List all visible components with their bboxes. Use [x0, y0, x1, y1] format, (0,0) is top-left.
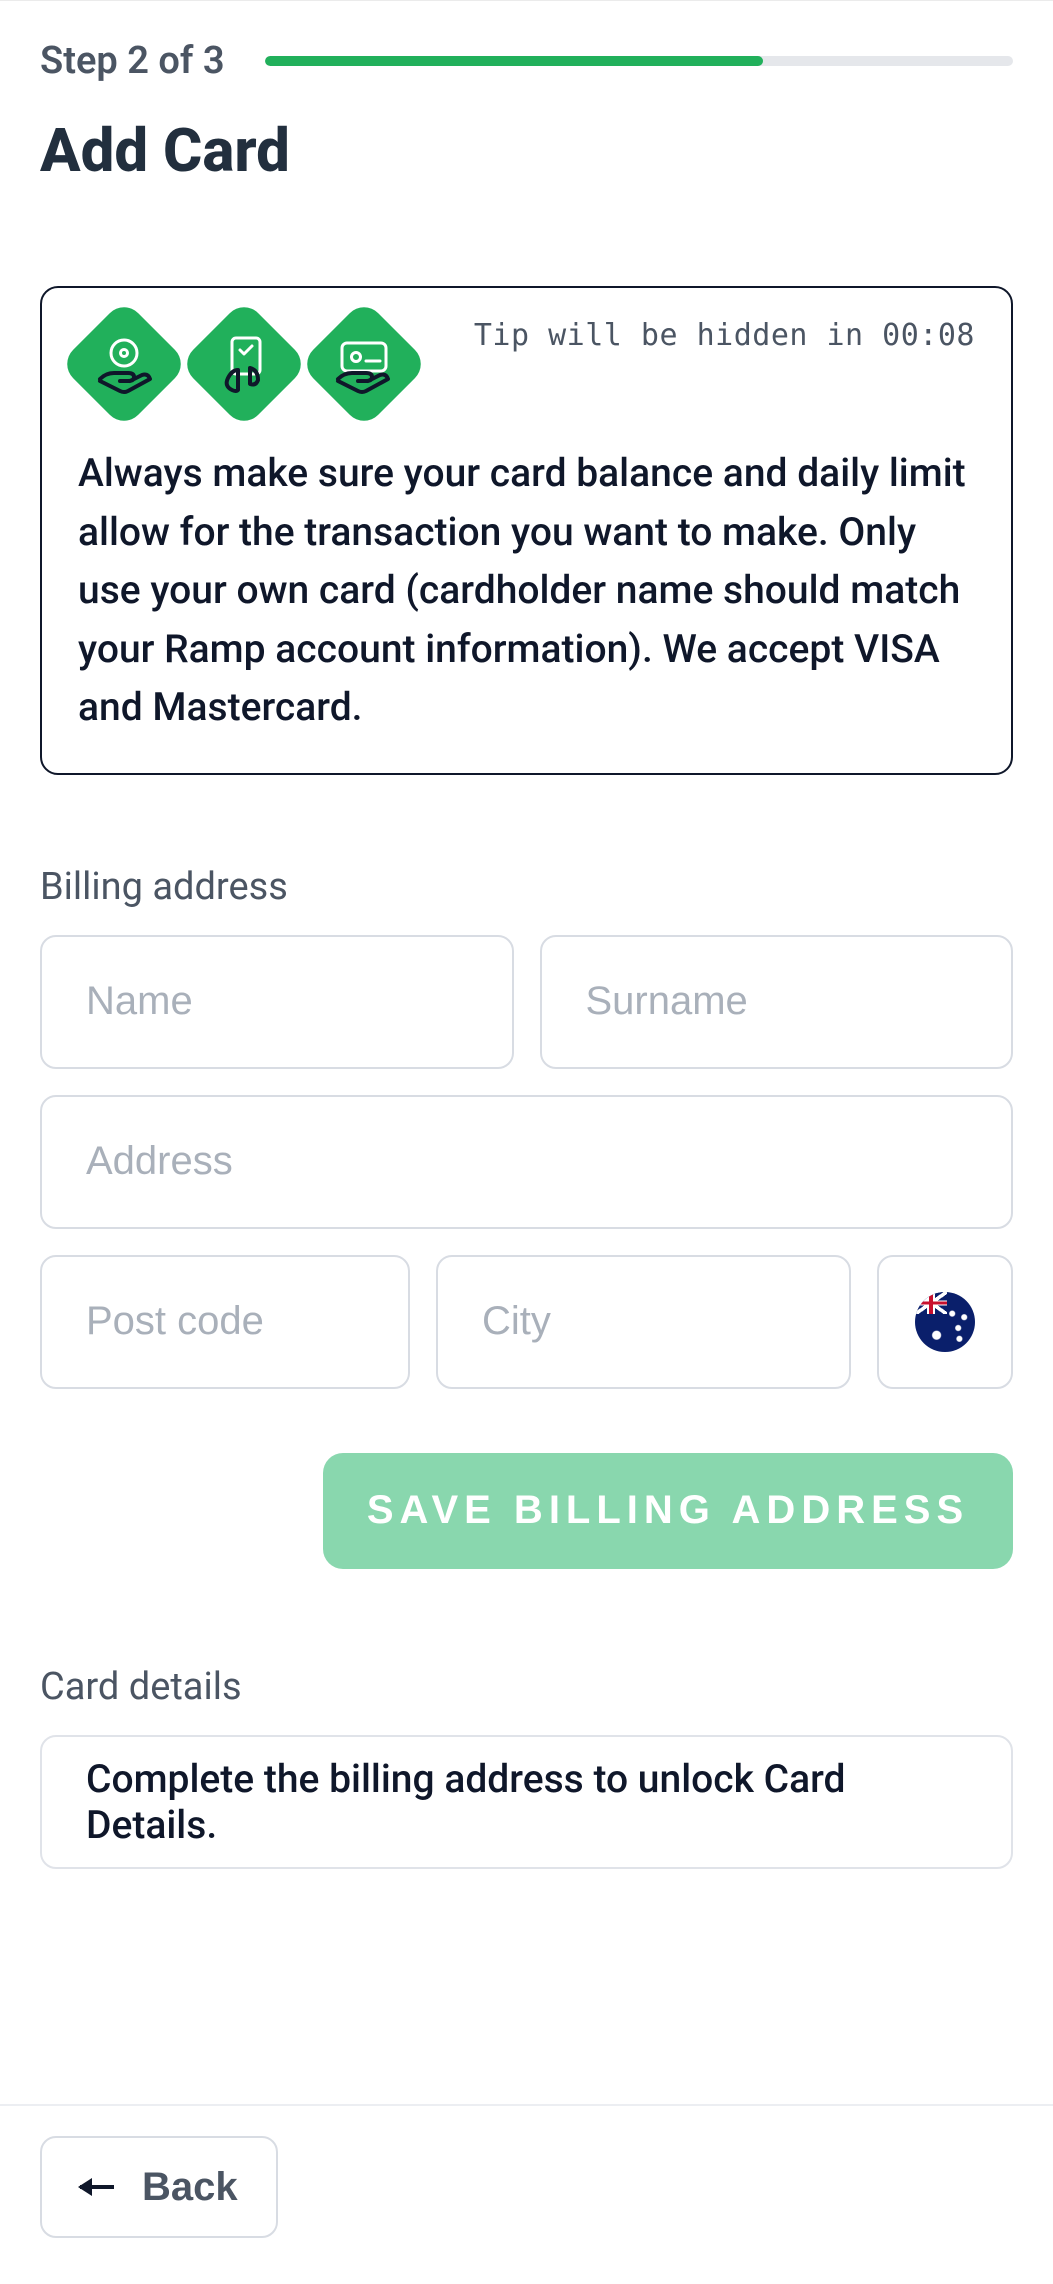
tip-card: Tip will be hidden in 00:08 Always make … — [40, 286, 1013, 775]
city-field[interactable] — [436, 1255, 851, 1389]
hand-document-icon — [179, 299, 309, 429]
arrow-left-icon — [80, 2185, 114, 2189]
progress-fill — [265, 56, 763, 66]
progress-bar — [265, 56, 1013, 66]
tip-message: Always make sure your card balance and d… — [78, 444, 975, 737]
save-billing-button[interactable]: SAVE BILLING ADDRESS — [323, 1453, 1013, 1569]
back-button[interactable]: Back — [40, 2136, 278, 2238]
hand-card-icon — [299, 299, 429, 429]
billing-section-label: Billing address — [40, 865, 1013, 909]
footer: Back — [0, 2104, 1053, 2284]
step-label: Step 2 of 3 — [40, 39, 225, 83]
country-selector[interactable] — [877, 1255, 1013, 1389]
tip-timer: Tip will be hidden in 00:08 — [474, 318, 975, 353]
back-label: Back — [142, 2165, 238, 2210]
surname-field[interactable] — [540, 935, 1014, 1069]
australia-flag-icon — [915, 1292, 975, 1352]
card-details-section-label: Card details — [40, 1665, 1013, 1709]
card-details-locked: Complete the billing address to unlock C… — [40, 1735, 1013, 1869]
address-field[interactable] — [40, 1095, 1013, 1229]
hand-coin-icon — [59, 299, 189, 429]
locked-message: Complete the billing address to unlock C… — [86, 1756, 967, 1848]
step-header: Step 2 of 3 — [40, 1, 1013, 83]
name-field[interactable] — [40, 935, 514, 1069]
postcode-field[interactable] — [40, 1255, 410, 1389]
page-title: Add Card — [40, 115, 1013, 186]
